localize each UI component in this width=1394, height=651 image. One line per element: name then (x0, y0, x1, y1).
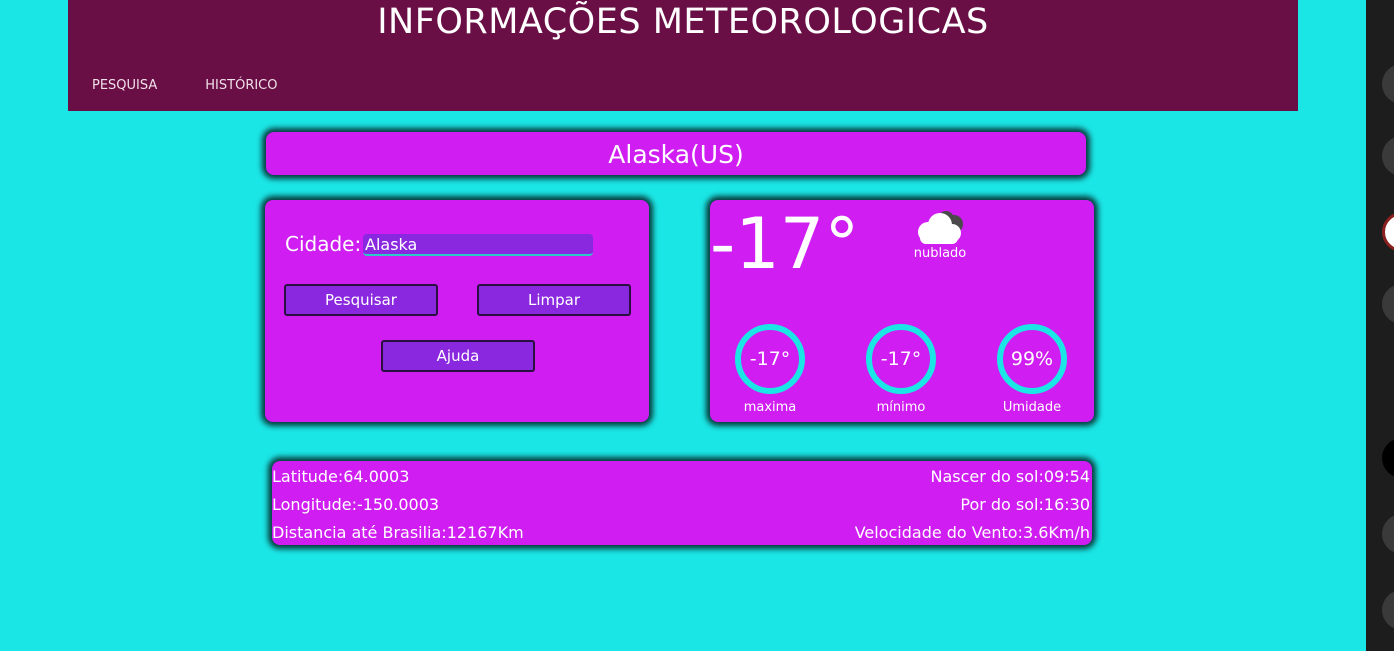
search-panel: Cidade: Pesquisar Limpar Ajuda (265, 200, 649, 422)
city-name: Alaska(US) (608, 140, 744, 169)
side-avatar[interactable] (1382, 438, 1394, 478)
gauge-max-temp: -17° maxima (720, 324, 820, 415)
longitude-text: Longitude:-150.0003 (272, 495, 440, 514)
side-avatar[interactable] (1382, 212, 1394, 252)
nav-item-historico[interactable]: HISTÓRICO (205, 78, 277, 93)
side-avatar[interactable] (1382, 590, 1394, 630)
city-field-label: Cidade: (285, 232, 362, 256)
gauge-max-value: -17° (735, 324, 805, 394)
nav-item-pesquisa[interactable]: PESQUISA (92, 78, 157, 93)
gauge-humidity-value: 99% (997, 324, 1067, 394)
gauge-humidity: 99% Umidade (982, 324, 1082, 415)
side-avatar[interactable] (1382, 514, 1394, 554)
sunset-text: Por do sol:16:30 (960, 495, 1090, 514)
latitude-text: Latitude:64.0003 (272, 467, 410, 486)
coordinates-column: Latitude:64.0003 Longitude:-150.0003 Dis… (272, 463, 524, 547)
clear-button[interactable]: Limpar (477, 284, 631, 316)
city-search-input[interactable] (363, 234, 593, 256)
cloud-icon (918, 211, 963, 244)
gauge-min-label: mínimo (876, 400, 926, 415)
weather-panel: -17° nublado -17° maxima -17° mínimo 99%… (710, 200, 1094, 422)
page-title: INFORMAÇÕES METEOROLOGICAS (377, 2, 989, 42)
side-avatar[interactable] (1382, 136, 1394, 176)
nav-bar: PESQUISA HISTÓRICO (92, 78, 326, 93)
search-button[interactable]: Pesquisar (284, 284, 438, 316)
side-avatar[interactable] (1382, 284, 1394, 324)
wind-speed-text: Velocidade do Vento:3.6Km/h (854, 523, 1090, 542)
sunrise-text: Nascer do sol:09:54 (930, 467, 1090, 486)
sun-wind-column: Nascer do sol:09:54 Por do sol:16:30 Vel… (855, 463, 1090, 547)
city-banner: Alaska(US) (266, 132, 1086, 175)
header: INFORMAÇÕES METEOROLOGICAS PESQUISA HIST… (68, 0, 1298, 111)
help-button[interactable]: Ajuda (381, 340, 535, 372)
gauge-max-label: maxima (743, 400, 797, 415)
side-panel-strip (1366, 0, 1394, 651)
current-temperature: -17° (710, 203, 860, 285)
gauge-humidity-label: Umidade (1002, 400, 1062, 415)
location-info-panel: Latitude:64.0003 Longitude:-150.0003 Dis… (272, 461, 1092, 545)
gauge-min-value: -17° (866, 324, 936, 394)
side-avatar[interactable] (1382, 64, 1394, 104)
weather-condition: nublado (913, 246, 967, 261)
gauge-min-temp: -17° mínimo (851, 324, 951, 415)
distance-text: Distancia até Brasilia:12167Km (272, 523, 524, 542)
